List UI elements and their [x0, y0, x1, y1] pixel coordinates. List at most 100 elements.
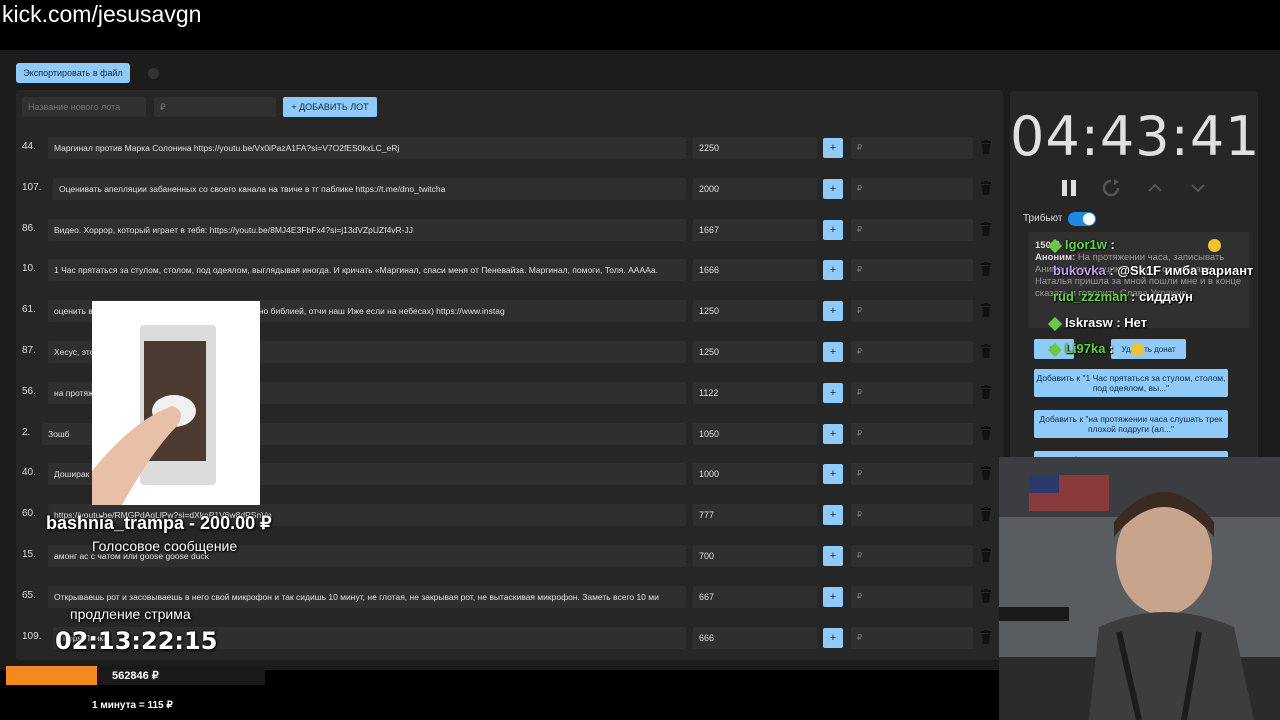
add-to-lot-button[interactable]: Добавить к "1 Час прятаться за стулом, с…: [1034, 369, 1228, 397]
add-amount-button[interactable]: +: [823, 464, 843, 485]
lot-number: 107.: [22, 181, 42, 193]
add-amount-button[interactable]: +: [823, 586, 843, 607]
donation-message-overlay: Голосовое сообщение: [92, 538, 238, 554]
add-amount-button[interactable]: +: [823, 423, 843, 444]
extension-label: продление стрима: [70, 606, 191, 622]
lot-amount-input[interactable]: 777: [693, 504, 817, 527]
verified-gem-icon: [1047, 238, 1063, 253]
lot-amount-input[interactable]: 700: [693, 545, 817, 567]
lot-number: 65.: [22, 589, 36, 601]
lot-amount-input[interactable]: 667: [693, 585, 817, 608]
chat-message: Iskrasw : Нет: [1047, 315, 1148, 331]
trash-icon[interactable]: [981, 344, 991, 358]
lot-number: 109.: [22, 630, 42, 642]
lot-title-input[interactable]: Видео. Хоррор, который играет в тебя: ht…: [48, 218, 686, 241]
add-amount-input[interactable]: ₽: [851, 300, 973, 323]
add-lot-button[interactable]: + ДОБАВИТЬ ЛОТ: [283, 97, 377, 117]
new-lot-price-input[interactable]: [154, 97, 276, 117]
add-amount-input[interactable]: ₽: [851, 259, 973, 282]
chat-text: сиддаун: [1138, 289, 1194, 304]
lot-amount-input[interactable]: 1666: [693, 259, 817, 282]
auction-timer: 04:43:41: [1010, 105, 1261, 168]
lot-title-input[interactable]: Маргинал против Марка Солонина https://y…: [48, 137, 686, 159]
lot-amount-input[interactable]: 1667: [693, 218, 817, 241]
lot-number: 10.: [22, 263, 36, 275]
chevron-down-icon[interactable]: [1188, 178, 1208, 198]
chat-username: Iskrasw: [1065, 315, 1113, 330]
lot-amount-input[interactable]: 1250: [693, 341, 817, 363]
progress-amount: 562846 ₽: [112, 670, 159, 682]
pause-icon[interactable]: [1059, 178, 1079, 198]
trash-icon[interactable]: [981, 180, 991, 195]
add-amount-input[interactable]: ₽: [851, 381, 973, 404]
add-amount-button[interactable]: +: [823, 505, 843, 526]
trash-icon[interactable]: [981, 262, 991, 277]
lot-amount-input[interactable]: 1000: [693, 463, 817, 486]
chat-text: Нет: [1124, 315, 1148, 330]
chevron-up-icon[interactable]: [1145, 178, 1165, 198]
export-button[interactable]: Экспортировать в файл: [16, 63, 130, 83]
add-amount-input[interactable]: ₽: [851, 137, 973, 159]
trash-icon[interactable]: [981, 507, 991, 522]
lot-amount-input[interactable]: 2000: [693, 177, 817, 200]
lot-amount-input[interactable]: 1050: [693, 422, 817, 445]
chat-separator: :: [1112, 315, 1125, 330]
trash-icon[interactable]: [981, 140, 991, 154]
lot-number: 2.: [22, 426, 31, 438]
reset-icon[interactable]: [1101, 178, 1121, 198]
lot-title-input[interactable]: 1 Час прятаться за стулом, столом, под о…: [48, 259, 686, 282]
add-amount-input[interactable]: ₽: [851, 218, 973, 241]
rate-label: 1 минута = 115 ₽: [92, 700, 173, 711]
trash-icon[interactable]: [981, 303, 991, 318]
trash-icon[interactable]: [981, 425, 991, 440]
trash-icon[interactable]: [981, 548, 991, 562]
lot-amount-input[interactable]: 1122: [693, 381, 817, 404]
donor-overlay: bashnia_trampa - 200.00 ₽: [46, 513, 272, 533]
lot-number: 61.: [22, 304, 36, 316]
verified-gem-icon: [1047, 316, 1063, 331]
trash-icon[interactable]: [981, 588, 991, 603]
add-amount-button[interactable]: +: [823, 178, 843, 199]
add-amount-input[interactable]: ₽: [851, 463, 973, 486]
add-amount-button[interactable]: +: [823, 260, 843, 281]
add-amount-input[interactable]: ₽: [851, 585, 973, 608]
add-amount-button[interactable]: +: [823, 301, 843, 322]
lot-amount-input[interactable]: 2250: [693, 137, 817, 159]
grin-emoji-icon: [1208, 239, 1222, 253]
lot-row: 107. Оценивать апелляции забаненных со св…: [16, 171, 1003, 206]
trash-icon[interactable]: [981, 629, 991, 644]
lot-number: 86.: [22, 222, 36, 234]
chat-separator: :: [1127, 289, 1139, 304]
meme-image: [92, 301, 260, 505]
add-to-lot-button[interactable]: Добавить к "на протяжении часа слушать т…: [1034, 410, 1228, 438]
add-amount-input[interactable]: ₽: [851, 341, 973, 363]
add-amount-input[interactable]: ₽: [851, 626, 973, 649]
add-amount-button[interactable]: +: [823, 546, 843, 566]
trash-icon[interactable]: [981, 466, 991, 481]
lot-number: 87.: [22, 345, 36, 356]
chat-text: @Sk1F имба вариант: [1117, 263, 1254, 278]
add-amount-input[interactable]: ₽: [851, 504, 973, 527]
lot-title-input[interactable]: Открываешь рот и засовываешь в него свой…: [48, 585, 686, 608]
trash-icon[interactable]: [981, 384, 991, 399]
add-amount-button[interactable]: +: [823, 138, 843, 158]
chat-message: Igor1w :: [1047, 237, 1222, 253]
lot-number: 56.: [22, 385, 36, 397]
status-dot: [148, 68, 159, 79]
add-amount-button[interactable]: +: [823, 627, 843, 648]
trash-icon[interactable]: [981, 221, 991, 236]
lot-amount-input[interactable]: 666: [693, 626, 817, 649]
add-amount-input[interactable]: ₽: [851, 177, 973, 200]
chat-message: rud_zzzman : сиддаун: [1053, 289, 1193, 304]
add-amount-button[interactable]: +: [823, 219, 843, 240]
lot-title-input[interactable]: Оценивать апелляции забаненных со своего…: [53, 177, 686, 200]
add-amount-input[interactable]: ₽: [851, 545, 973, 567]
add-amount-button[interactable]: +: [823, 342, 843, 362]
lot-number: 60.: [22, 508, 36, 520]
lot-amount-input[interactable]: 1250: [693, 300, 817, 323]
add-amount-button[interactable]: +: [823, 382, 843, 403]
add-amount-input[interactable]: ₽: [851, 422, 973, 445]
tributes-toggle[interactable]: [1068, 212, 1096, 226]
progress-fill: [6, 666, 97, 685]
new-lot-name-input[interactable]: [22, 97, 146, 117]
